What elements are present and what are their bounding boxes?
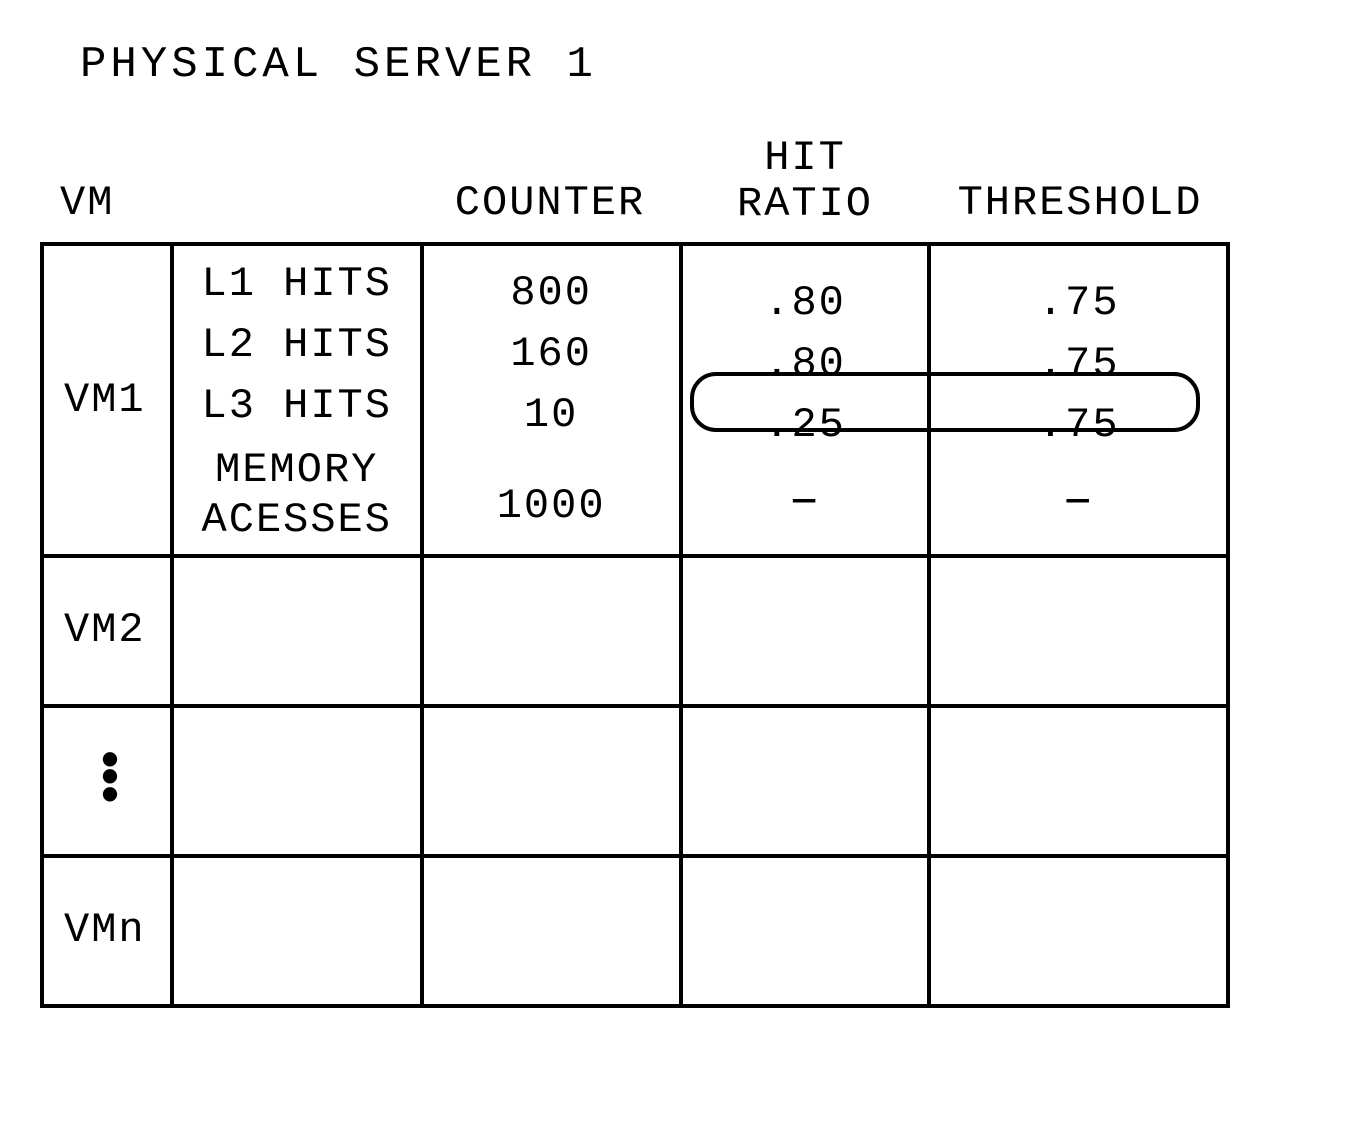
cell-ratios <box>681 706 930 856</box>
cell-thresholds: .75 .75 .75 – <box>929 244 1228 555</box>
counter-l3: 10 <box>524 385 578 446</box>
cell-vm-ellipsis: ••• <box>42 706 172 856</box>
header-counter: COUNTER <box>420 174 680 232</box>
cell-ratios <box>681 856 930 1006</box>
cell-thresholds <box>929 856 1228 1006</box>
counter-l2: 160 <box>510 324 592 385</box>
cell-ratios: .80 .80 .25 – <box>681 244 930 555</box>
cell-counters <box>422 706 681 856</box>
ratio-l2: .80 <box>764 334 846 395</box>
cell-thresholds <box>929 556 1228 706</box>
threshold-l1: .75 <box>1038 273 1120 334</box>
cell-vm-label: VM1 <box>42 244 172 555</box>
cell-metrics <box>172 856 422 1006</box>
ratio-l3: .25 <box>764 395 846 456</box>
ratio-l1: .80 <box>764 273 846 334</box>
header-threshold: THRESHOLD <box>930 174 1230 232</box>
threshold-memory: – <box>1062 475 1095 527</box>
table-row-vm1: VM1 L1 HITS L2 HITS L3 HITS MEMORYACESSE… <box>42 244 1228 555</box>
table-container: VM1 L1 HITS L2 HITS L3 HITS MEMORYACESSE… <box>40 242 1332 1007</box>
diagram-title: PHYSICAL SERVER 1 <box>80 40 1332 90</box>
cell-vm-label: VMn <box>42 856 172 1006</box>
cell-ratios <box>681 556 930 706</box>
cell-vm-label: VM2 <box>42 556 172 706</box>
vm-table: VM1 L1 HITS L2 HITS L3 HITS MEMORYACESSE… <box>40 242 1230 1007</box>
metric-l2: L2 HITS <box>202 315 392 376</box>
header-hit-ratio: HITRATIO <box>680 130 930 232</box>
header-blank <box>170 222 420 232</box>
metric-memory: MEMORYACESSES <box>202 445 392 546</box>
vertical-ellipsis-icon: ••• <box>64 755 158 808</box>
threshold-l3: .75 <box>1038 395 1120 456</box>
cell-counters <box>422 856 681 1006</box>
metric-l3: L3 HITS <box>202 376 392 437</box>
metric-l1: L1 HITS <box>202 254 392 315</box>
threshold-l2: .75 <box>1038 334 1120 395</box>
cell-metrics <box>172 706 422 856</box>
counter-memory: 1000 <box>497 476 606 537</box>
counter-l1: 800 <box>510 263 592 324</box>
table-row-vm2: VM2 <box>42 556 1228 706</box>
table-row-vmn: VMn <box>42 856 1228 1006</box>
table-row-ellipsis: ••• <box>42 706 1228 856</box>
column-headers: VM COUNTER HITRATIO THRESHOLD <box>40 130 1332 232</box>
cell-counters <box>422 556 681 706</box>
cell-metrics: L1 HITS L2 HITS L3 HITS MEMORYACESSES <box>172 244 422 555</box>
cell-metrics <box>172 556 422 706</box>
cell-thresholds <box>929 706 1228 856</box>
ratio-memory: – <box>788 475 821 527</box>
header-vm: VM <box>40 174 170 232</box>
cell-counters: 800 160 10 1000 <box>422 244 681 555</box>
